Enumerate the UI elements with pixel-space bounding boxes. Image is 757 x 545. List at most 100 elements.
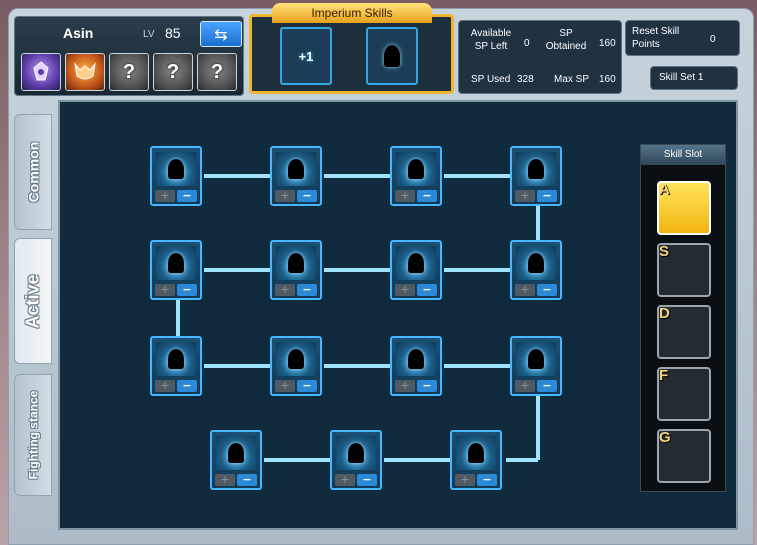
tab-fighting-stance[interactable]: Fighting stance: [14, 374, 52, 496]
job-class-row: ? ? ?: [21, 53, 237, 91]
imperium-skill-slot-2[interactable]: [366, 27, 418, 85]
skill-plus-button[interactable]: +: [455, 474, 475, 486]
question-icon: ?: [166, 60, 180, 83]
imperium-title: Imperium Skills: [272, 3, 432, 23]
locked-class-slot-3[interactable]: ?: [197, 53, 237, 91]
skill-node-10[interactable]: + −: [270, 336, 322, 396]
skill-node-9[interactable]: + −: [150, 336, 202, 396]
character-name: Asin: [63, 25, 94, 41]
skill-silhouette-icon: [288, 349, 304, 369]
skill-silhouette-icon: [228, 443, 244, 463]
question-icon: ?: [122, 60, 136, 83]
skill-plus-button[interactable]: +: [155, 190, 175, 202]
skill-icon: [396, 152, 436, 186]
skill-slot-a[interactable]: A: [657, 181, 711, 235]
skill-icon: [156, 342, 196, 376]
skill-plus-button[interactable]: +: [515, 190, 535, 202]
tab-common-label: Common: [25, 141, 42, 203]
skill-plus-button[interactable]: +: [395, 284, 415, 296]
skill-icon: [156, 152, 196, 186]
skill-set-selector[interactable]: Skill Set 1: [650, 66, 738, 90]
skill-minus-button[interactable]: −: [477, 474, 497, 486]
locked-class-slot-2[interactable]: ?: [153, 53, 193, 91]
skill-icon: [516, 152, 556, 186]
tab-common[interactable]: Common: [14, 114, 52, 230]
skill-icon: [216, 436, 256, 470]
skill-minus-button[interactable]: −: [297, 284, 317, 296]
purple-class-emblem-icon[interactable]: [21, 53, 61, 91]
skill-minus-button[interactable]: −: [297, 380, 317, 392]
skill-node-3[interactable]: + −: [390, 146, 442, 206]
skill-minus-button[interactable]: −: [537, 380, 557, 392]
skill-node-4[interactable]: + −: [510, 146, 562, 206]
skill-minus-button[interactable]: −: [417, 380, 437, 392]
imperium-plus-label: +1: [298, 48, 314, 64]
skill-minus-button[interactable]: −: [357, 474, 377, 486]
skill-minus-button[interactable]: −: [417, 284, 437, 296]
skill-node-12[interactable]: + −: [510, 336, 562, 396]
max-sp-label: Max SP: [554, 74, 590, 85]
skill-minus-button[interactable]: −: [537, 284, 557, 296]
skill-node-2[interactable]: + −: [270, 146, 322, 206]
character-switch-button[interactable]: ⇆: [200, 21, 242, 47]
reset-skill-points-value: 0: [710, 34, 716, 45]
skill-plus-button[interactable]: +: [275, 190, 295, 202]
slot-key-f: F: [659, 367, 669, 384]
skill-node-15[interactable]: + −: [450, 430, 502, 490]
skill-icon: [156, 246, 196, 280]
imperium-skill-slot-1[interactable]: +1: [280, 27, 332, 85]
skill-node-6[interactable]: + −: [270, 240, 322, 300]
skill-minus-button[interactable]: −: [177, 284, 197, 296]
skill-plus-button[interactable]: +: [275, 284, 295, 296]
skill-plus-button[interactable]: +: [515, 284, 535, 296]
skill-silhouette-icon: [288, 253, 304, 273]
reset-skill-points-button[interactable]: Reset Skill Points 0: [625, 20, 740, 56]
sp-used-label: SP Used: [471, 74, 511, 85]
skill-node-7[interactable]: + −: [390, 240, 442, 300]
skill-plus-button[interactable]: +: [515, 380, 535, 392]
skill-minus-button[interactable]: −: [177, 190, 197, 202]
skill-plus-button[interactable]: +: [215, 474, 235, 486]
skill-plus-button[interactable]: +: [335, 474, 355, 486]
skill-minus-button[interactable]: −: [417, 190, 437, 202]
skill-slot-d[interactable]: D: [657, 305, 711, 359]
tab-active[interactable]: Active: [14, 238, 52, 364]
orange-class-emblem-icon[interactable]: [65, 53, 105, 91]
swap-users-icon: ⇆: [214, 24, 228, 44]
skill-silhouette-icon: [528, 159, 544, 179]
skill-node-11[interactable]: + −: [390, 336, 442, 396]
skill-node-1[interactable]: + −: [150, 146, 202, 206]
skill-set-label: Skill Set 1: [659, 72, 704, 83]
character-silhouette-icon: [384, 45, 400, 67]
skill-minus-button[interactable]: −: [537, 190, 557, 202]
skill-silhouette-icon: [168, 253, 184, 273]
slot-key-g: G: [659, 429, 671, 446]
skill-node-14[interactable]: + −: [330, 430, 382, 490]
skill-minus-button[interactable]: −: [237, 474, 257, 486]
skill-silhouette-icon: [468, 443, 484, 463]
skill-plus-button[interactable]: +: [395, 190, 415, 202]
slot-key-s: S: [659, 243, 670, 260]
question-icon: ?: [210, 60, 224, 83]
skill-plus-button[interactable]: +: [395, 380, 415, 392]
skill-minus-button[interactable]: −: [297, 190, 317, 202]
skill-plus-button[interactable]: +: [155, 380, 175, 392]
skill-slot-s[interactable]: S: [657, 243, 711, 297]
skill-silhouette-icon: [168, 349, 184, 369]
locked-class-slot-1[interactable]: ?: [109, 53, 149, 91]
skill-icon: [336, 436, 376, 470]
skill-node-5[interactable]: + −: [150, 240, 202, 300]
skill-node-8[interactable]: + −: [510, 240, 562, 300]
skill-icon: [276, 152, 316, 186]
skill-icon: [516, 342, 556, 376]
skill-plus-button[interactable]: +: [155, 284, 175, 296]
skill-slot-g[interactable]: G: [657, 429, 711, 483]
skill-silhouette-icon: [408, 159, 424, 179]
reset-skill-points-label: Reset Skill Points: [632, 26, 680, 50]
skill-minus-button[interactable]: −: [177, 380, 197, 392]
skill-node-13[interactable]: + −: [210, 430, 262, 490]
skill-plus-button[interactable]: +: [275, 380, 295, 392]
skill-icon: [516, 246, 556, 280]
max-sp-value: 160: [599, 74, 616, 85]
skill-slot-f[interactable]: F: [657, 367, 711, 421]
